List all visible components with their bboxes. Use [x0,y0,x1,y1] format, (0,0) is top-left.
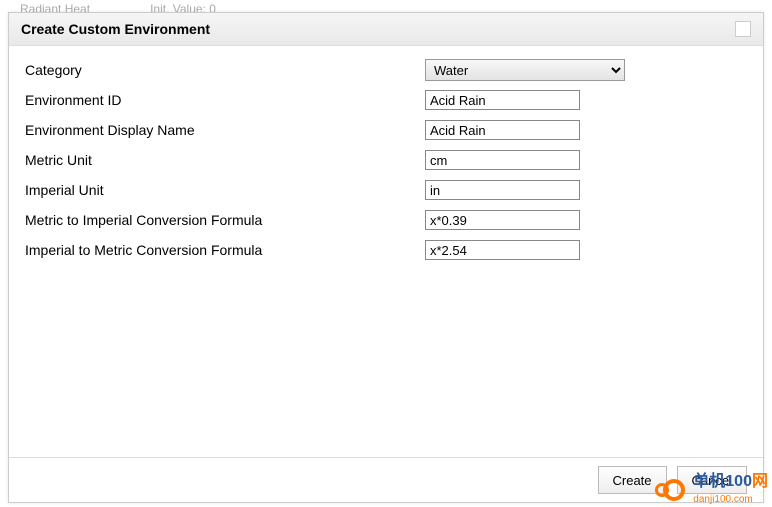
metric-unit-input[interactable] [425,150,580,170]
label-environment-id: Environment ID [25,92,425,108]
label-imperial-to-metric: Imperial to Metric Conversion Formula [25,242,425,258]
row-environment-display-name: Environment Display Name [25,118,747,142]
label-metric-unit: Metric Unit [25,152,425,168]
close-button[interactable] [735,21,751,37]
label-imperial-unit: Imperial Unit [25,182,425,198]
cancel-button[interactable]: Cancel [677,466,747,494]
environment-id-input[interactable] [425,90,580,110]
category-select[interactable]: Water [425,59,625,81]
dialog-button-bar: Create Cancel [9,457,763,502]
row-metric-to-imperial: Metric to Imperial Conversion Formula [25,208,747,232]
imperial-to-metric-input[interactable] [425,240,580,260]
row-metric-unit: Metric Unit [25,148,747,172]
label-metric-to-imperial: Metric to Imperial Conversion Formula [25,212,425,228]
dialog-title-bar: Create Custom Environment [9,13,763,46]
row-category: Category Water [25,58,747,82]
environment-display-name-input[interactable] [425,120,580,140]
dialog-title: Create Custom Environment [21,21,210,37]
row-imperial-unit: Imperial Unit [25,178,747,202]
label-environment-display-name: Environment Display Name [25,122,425,138]
create-button[interactable]: Create [598,466,667,494]
metric-to-imperial-input[interactable] [425,210,580,230]
row-environment-id: Environment ID [25,88,747,112]
row-imperial-to-metric: Imperial to Metric Conversion Formula [25,238,747,262]
imperial-unit-input[interactable] [425,180,580,200]
label-category: Category [25,62,425,78]
create-environment-dialog: Create Custom Environment Category Water… [8,12,764,503]
dialog-content: Category Water Environment ID Environmen… [9,46,763,457]
